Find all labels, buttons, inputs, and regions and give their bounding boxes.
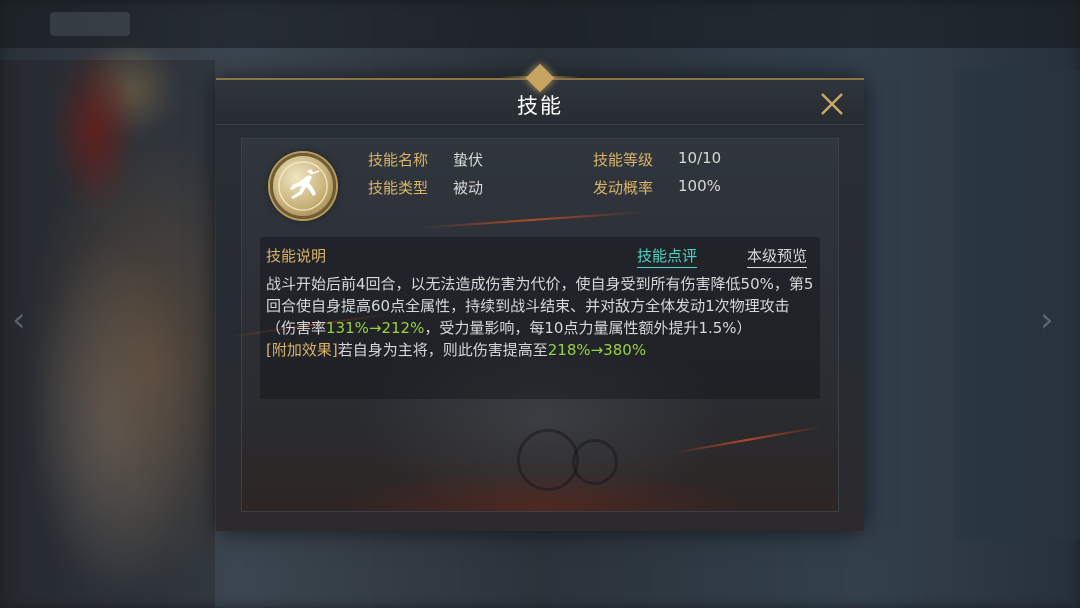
background-cart-wheel	[517, 429, 579, 491]
skill-dialog: 技能 技能名称 蛰伏 技能类型 被动 技能等级 10/10 发动概率 100% …	[216, 78, 864, 531]
leaping-warrior-icon[interactable]	[270, 153, 336, 219]
background-general-portrait	[0, 60, 215, 608]
background-left-arrow-icon: ‹	[12, 300, 26, 340]
trigger-chance-label: 发动概率	[593, 179, 654, 197]
description-text: 战斗开始后前4回合，以无法造成伤害为代价，使自身受到所有伤害降低50%，第5回合…	[266, 273, 816, 361]
background-side-panel	[955, 70, 1080, 540]
ember-streak	[672, 425, 822, 455]
description-tail-text: ，受力量影响，每10点力量属性额外提升1.5%）	[424, 319, 752, 337]
trigger-chance-value: 100%	[678, 177, 721, 195]
skill-name-value: 蛰伏	[453, 151, 484, 169]
skill-type-value: 被动	[453, 179, 484, 197]
skill-description-box: 技能说明 技能点评 本级预览 战斗开始后前4回合，以无法造成伤害为代价，使自身受…	[260, 237, 820, 399]
background-chip	[50, 12, 130, 36]
close-icon[interactable]	[816, 88, 848, 120]
background-right-arrow-icon: ›	[1040, 300, 1054, 340]
dialog-title: 技能	[517, 94, 563, 118]
bonus-damage-value: 218%→380%	[547, 341, 647, 359]
skill-level-label: 技能等级	[593, 151, 654, 169]
skill-type-label: 技能类型	[368, 179, 429, 197]
level-preview-link[interactable]: 本级预览	[747, 245, 808, 268]
bonus-effect-text: 若自身为主将，则此伤害提高至	[337, 341, 548, 359]
description-header: 技能说明	[266, 247, 327, 265]
skill-level-value: 10/10	[678, 149, 722, 167]
damage-rate-value: 131%→212%	[326, 319, 425, 337]
ember-streak	[422, 211, 642, 229]
background-cart-wheel	[572, 439, 618, 485]
skill-name-label: 技能名称	[368, 151, 429, 169]
skill-content-panel: 技能名称 蛰伏 技能类型 被动 技能等级 10/10 发动概率 100% 技能说…	[232, 138, 839, 512]
background-top-bar	[0, 0, 1080, 48]
bonus-effect-tag: [附加效果]	[266, 341, 338, 359]
skill-review-link[interactable]: 技能点评	[637, 245, 698, 268]
